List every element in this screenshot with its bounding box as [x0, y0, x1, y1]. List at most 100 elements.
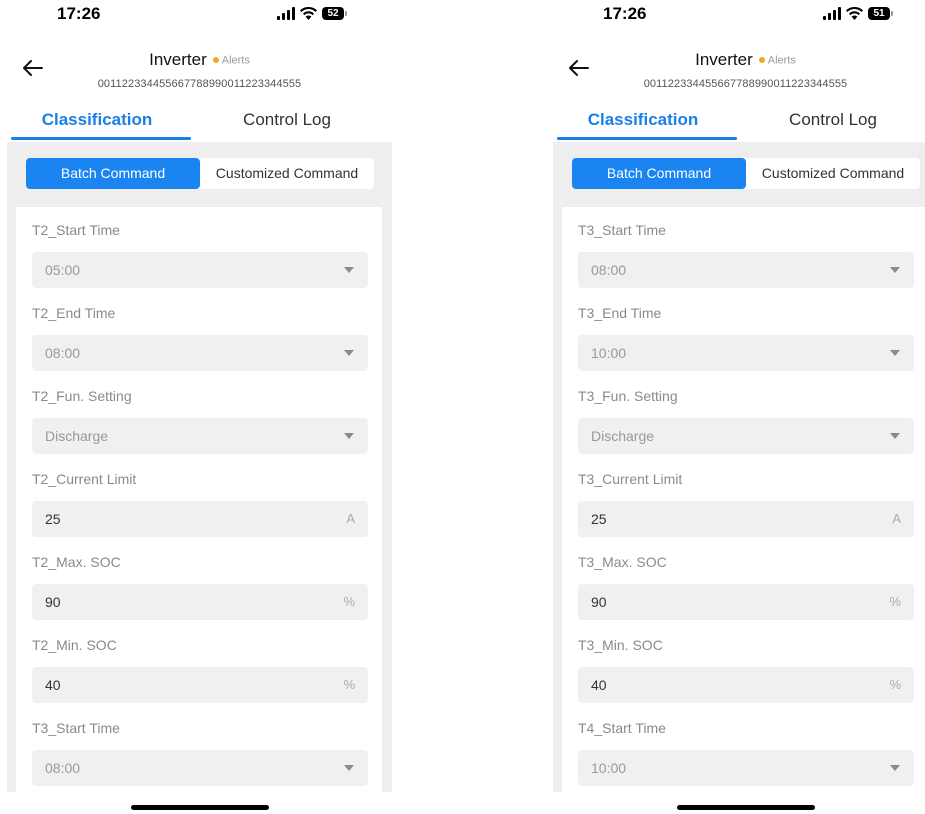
batch-command-button[interactable]: Batch Command [572, 158, 746, 189]
tab-classification[interactable]: Classification [7, 110, 187, 130]
signal-icon [277, 7, 295, 20]
status-icons: 52 [277, 6, 347, 20]
field-label: T3_Max. SOC [578, 554, 667, 570]
t3-min-soc-input[interactable]: 40 % [578, 667, 914, 703]
t2-current-limit-input[interactable]: 25 A [32, 501, 368, 537]
wifi-icon [300, 7, 317, 20]
signal-icon [823, 7, 841, 20]
t3-start-time-dropdown[interactable]: 08:00 [578, 252, 914, 288]
dropdown-caret-icon [890, 350, 900, 356]
t3-fun-setting-dropdown[interactable]: Discharge [578, 418, 914, 454]
status-time: 17:26 [603, 4, 647, 23]
field-value: 08:00 [591, 262, 627, 278]
wifi-icon [846, 7, 863, 20]
field-label: T3_Current Limit [578, 471, 683, 487]
field-value: Discharge [45, 428, 109, 444]
field-value: 25 [591, 511, 607, 527]
customized-command-button[interactable]: Customized Command [746, 158, 920, 189]
field-label: T3_Min. SOC [578, 637, 663, 653]
alerts-label[interactable]: Alerts [768, 55, 796, 67]
status-bar: 17:26 52 [7, 0, 392, 28]
field-label: T2_Max. SOC [32, 554, 121, 570]
unit-label: A [346, 511, 355, 526]
content-panel: Batch Command Customized Command T2_Star… [7, 142, 392, 792]
status-time: 17:26 [57, 4, 101, 23]
active-tab-indicator [11, 137, 191, 140]
field-label: T2_End Time [32, 305, 116, 321]
dropdown-caret-icon [890, 765, 900, 771]
t4-start-time-dropdown[interactable]: 10:00 [578, 750, 914, 786]
device-serial: 001122334455667788990011223344555 [643, 78, 848, 90]
field-label: T3_Fun. Setting [578, 388, 678, 404]
alerts-label[interactable]: Alerts [222, 55, 250, 67]
content-panel: Batch Command Customized Command T3_Star… [553, 142, 925, 792]
unit-label: % [343, 677, 355, 692]
alert-dot-icon [758, 56, 765, 63]
field-value: 90 [45, 594, 61, 610]
t2-end-time-dropdown[interactable]: 08:00 [32, 335, 368, 371]
home-indicator[interactable] [677, 805, 815, 810]
tab-bar: Classification Control Log [7, 100, 392, 142]
field-value: 40 [45, 677, 61, 693]
field-value: 40 [591, 677, 607, 693]
tab-classification[interactable]: Classification [553, 110, 733, 130]
field-label: T2_Current Limit [32, 471, 137, 487]
tab-control-log[interactable]: Control Log [743, 110, 923, 130]
phone-screen-right: 17:26 51 Inverter Alerts 0011223344556677… [553, 0, 925, 814]
batch-command-button[interactable]: Batch Command [26, 158, 200, 189]
t3-current-limit-input[interactable]: 25 A [578, 501, 914, 537]
alert-dot-icon [212, 56, 219, 63]
field-label: T3_Start Time [578, 222, 666, 238]
unit-label: % [889, 677, 901, 692]
dropdown-caret-icon [344, 350, 354, 356]
dropdown-caret-icon [344, 433, 354, 439]
t3-start-time-dropdown[interactable]: 08:00 [32, 750, 368, 786]
field-label: T2_Min. SOC [32, 637, 117, 653]
unit-label: A [892, 511, 901, 526]
header: Inverter Alerts 0011223344556677889900112… [553, 50, 925, 95]
field-value: 10:00 [591, 760, 627, 776]
battery-icon: 52 [322, 7, 347, 20]
command-type-segment: Batch Command Customized Command [26, 158, 374, 189]
field-value: 90 [591, 594, 607, 610]
t2-start-time-dropdown[interactable]: 05:00 [32, 252, 368, 288]
field-label: T2_Fun. Setting [32, 388, 132, 404]
dropdown-caret-icon [890, 267, 900, 273]
field-label: T2_Start Time [32, 222, 120, 238]
status-bar: 17:26 51 [553, 0, 925, 28]
t3-end-time-dropdown[interactable]: 10:00 [578, 335, 914, 371]
field-value: 05:00 [45, 262, 81, 278]
t2-fun-setting-dropdown[interactable]: Discharge [32, 418, 368, 454]
device-title: Inverter [149, 50, 207, 69]
home-indicator[interactable] [131, 805, 269, 810]
field-value: 08:00 [45, 760, 81, 776]
field-label: T4_Start Time [578, 720, 666, 736]
page-title: Inverter Alerts [553, 50, 925, 70]
t2-min-soc-input[interactable]: 40 % [32, 667, 368, 703]
field-value: 25 [45, 511, 61, 527]
phone-screen-left: 17:26 52 Inverter Alerts 0011223344556677… [7, 0, 392, 814]
status-icons: 51 [823, 6, 893, 20]
t2-max-soc-input[interactable]: 90 % [32, 584, 368, 620]
device-serial: 001122334455667788990011223344555 [97, 78, 302, 90]
command-form: T2_Start Time 05:00 T2_End Time 08:00 T2… [16, 207, 382, 792]
field-value: 08:00 [45, 345, 81, 361]
customized-command-button[interactable]: Customized Command [200, 158, 374, 189]
tab-bar: Classification Control Log [553, 100, 925, 142]
dropdown-caret-icon [344, 267, 354, 273]
battery-icon: 51 [868, 7, 893, 20]
field-value: 10:00 [591, 345, 627, 361]
page-title: Inverter Alerts [7, 50, 392, 70]
field-label: T3_End Time [578, 305, 662, 321]
unit-label: % [343, 594, 355, 609]
unit-label: % [889, 594, 901, 609]
dropdown-caret-icon [344, 765, 354, 771]
command-form: T3_Start Time 08:00 T3_End Time 10:00 T3… [562, 207, 925, 792]
field-value: Discharge [591, 428, 655, 444]
field-label: T3_Start Time [32, 720, 120, 736]
active-tab-indicator [557, 137, 737, 140]
tab-control-log[interactable]: Control Log [197, 110, 377, 130]
dropdown-caret-icon [890, 433, 900, 439]
t3-max-soc-input[interactable]: 90 % [578, 584, 914, 620]
header: Inverter Alerts 0011223344556677889900112… [7, 50, 392, 95]
